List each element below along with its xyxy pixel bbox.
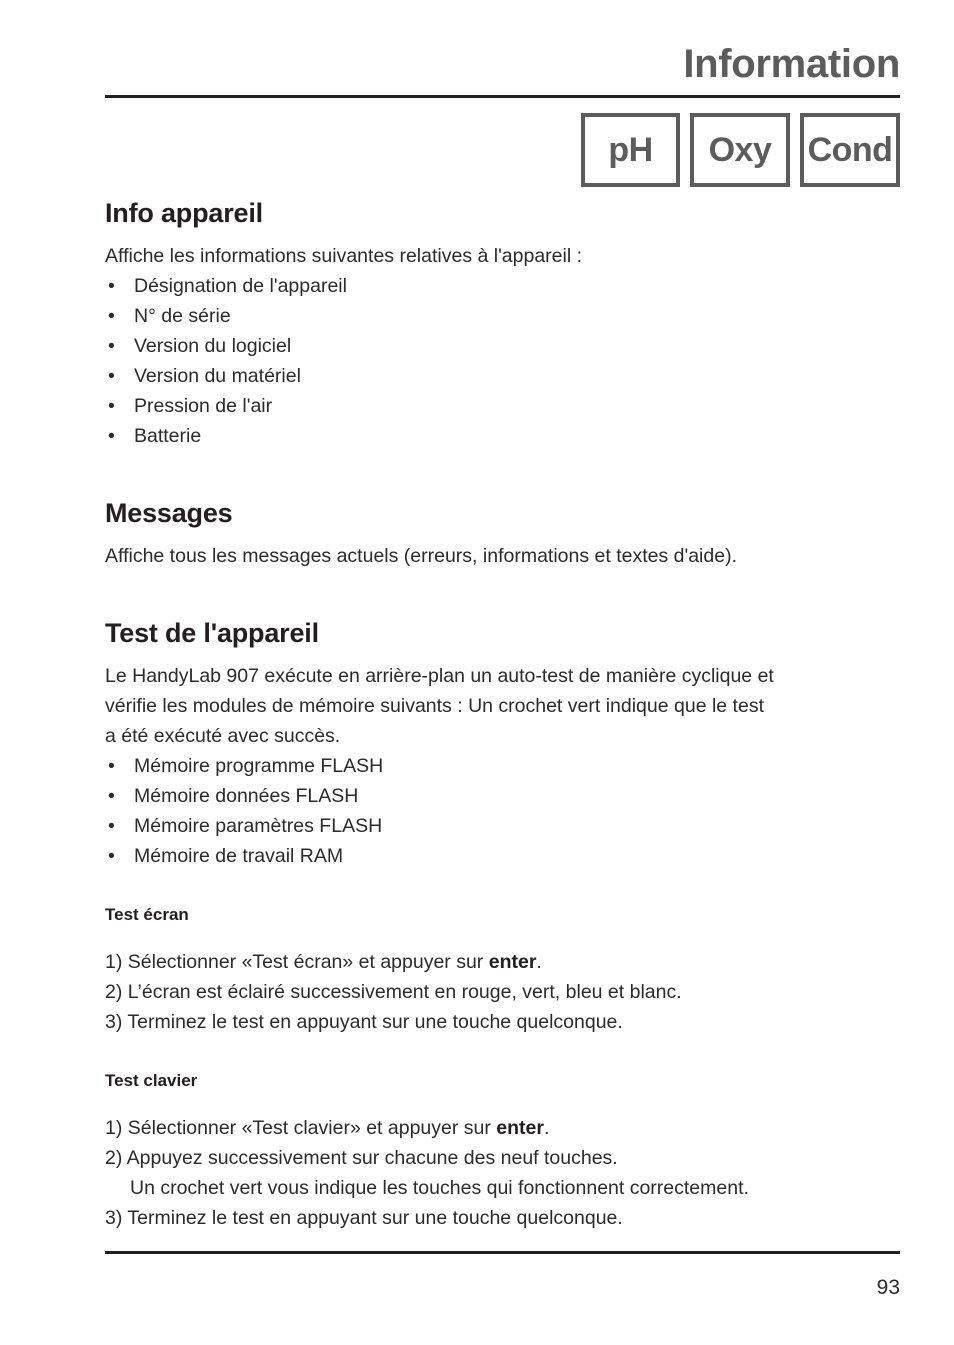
- mode-box-cond: Cond: [800, 113, 900, 187]
- section-heading-messages: Messages: [105, 498, 233, 528]
- list-item: Mémoire données FLASH: [105, 781, 905, 811]
- info-appareil-intro: Affiche les informations suivantes relat…: [105, 245, 583, 267]
- list-item: 3) Terminez le test en appuyant sur une …: [105, 1011, 623, 1033]
- section-heading-info-appareil: Info appareil: [105, 198, 263, 228]
- list-item: Version du logiciel: [105, 331, 905, 361]
- list-item: 2) Appuyez successivement sur chacune de…: [105, 1147, 618, 1169]
- test-clavier-step1-prefix: 1) Sélectionner «Test clavier» et appuye…: [105, 1117, 497, 1139]
- footer-divider: [105, 1251, 900, 1254]
- sub-heading-test-clavier: Test clavier: [105, 1071, 198, 1090]
- list-item: Version du matériel: [105, 361, 905, 391]
- page-content: Info appareil Affiche les informations s…: [105, 196, 905, 1233]
- mode-box-ph: pH: [581, 113, 680, 187]
- list-item: Pression de l'air: [105, 391, 905, 421]
- header-divider: [105, 95, 900, 98]
- test-appareil-intro-line3: a été exécuté avec succès.: [105, 725, 341, 747]
- test-ecran-step1-prefix: 1) Sélectionner «Test écran» et appuyer …: [105, 951, 489, 973]
- test-ecran-step-list: 1) Sélectionner «Test écran» et appuyer …: [105, 947, 905, 1037]
- mode-box-oxy: Oxy: [690, 113, 790, 187]
- list-item: N° de série: [105, 301, 905, 331]
- sub-heading-test-ecran: Test écran: [105, 905, 189, 924]
- test-ecran-step1-suffix: .: [536, 951, 542, 973]
- test-appareil-intro-line2: vérifie les modules de mémoire suivants …: [105, 695, 764, 717]
- list-item: 1) Sélectionner «Test clavier» et appuye…: [105, 1113, 905, 1143]
- mode-box-ph-label: pH: [608, 131, 653, 169]
- section-heading-test-appareil: Test de l'appareil: [105, 618, 319, 648]
- mode-box-oxy-label: Oxy: [708, 131, 772, 169]
- test-clavier-step-list: 1) Sélectionner «Test clavier» et appuye…: [105, 1113, 905, 1233]
- test-appareil-bullet-list: Mémoire programme FLASH Mémoire données …: [105, 751, 905, 871]
- info-appareil-bullet-list: Désignation de l'appareil N° de série Ve…: [105, 271, 905, 451]
- page-header: Information: [105, 40, 900, 88]
- list-item: 2) L’écran est éclairé successivement en…: [105, 981, 682, 1003]
- mode-box-cond-label: Cond: [807, 131, 893, 169]
- test-clavier-step1-suffix: .: [543, 1117, 550, 1139]
- list-item: Un crochet vert vous indique les touches…: [130, 1177, 749, 1199]
- mode-box-group: pH Oxy Cond: [581, 113, 900, 187]
- list-item: Mémoire programme FLASH: [105, 751, 905, 781]
- list-item: Désignation de l'appareil: [105, 271, 905, 301]
- page-number: 93: [876, 1276, 900, 1299]
- page-title: Information: [683, 42, 900, 86]
- list-item: Mémoire paramètres FLASH: [105, 811, 905, 841]
- list-item: 3) Terminez le test en appuyant sur une …: [105, 1207, 623, 1229]
- test-appareil-intro-line1: Le HandyLab 907 exécute en arrière-plan …: [105, 665, 774, 687]
- list-item: Mémoire de travail RAM: [105, 841, 905, 871]
- list-item: 1) Sélectionner «Test écran» et appuyer …: [105, 947, 905, 977]
- document-page: Information pH Oxy Cond Info appareil Af…: [0, 0, 954, 1345]
- messages-intro: Affiche tous les messages actuels (erreu…: [105, 545, 737, 567]
- test-clavier-step1-key: enter: [496, 1117, 544, 1139]
- test-ecran-step1-key: enter: [488, 951, 537, 973]
- list-item: Batterie: [105, 421, 905, 451]
